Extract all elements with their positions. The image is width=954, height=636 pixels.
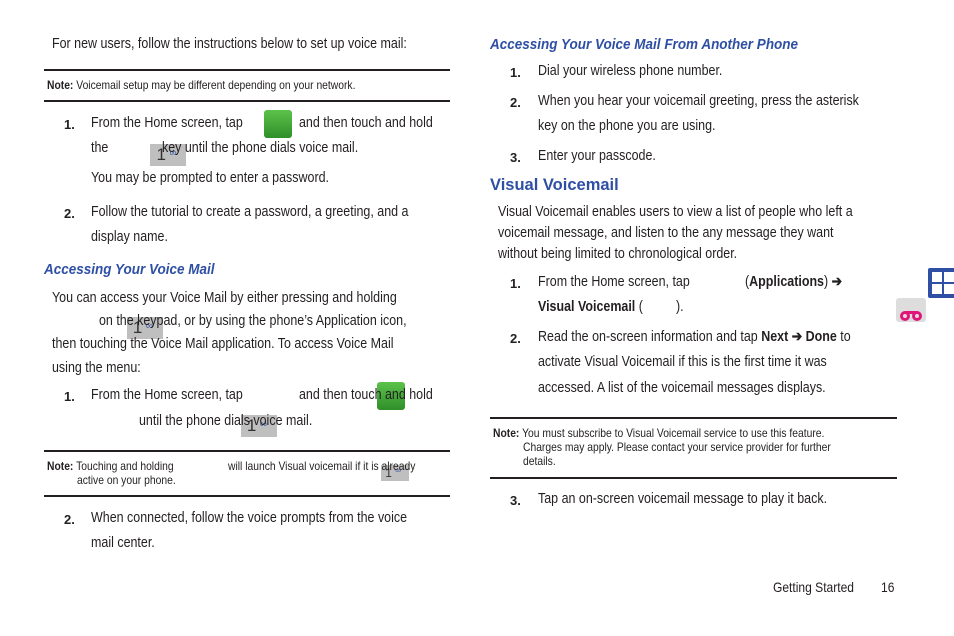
setup-step-1-sub: You may be prompted to enter a password.	[91, 170, 330, 186]
vv-step-2-line1: Read the on-screen information and tap N…	[538, 329, 851, 345]
vv-step-1-apps: (Applications) ➔	[745, 274, 843, 290]
section-heading: Accessing Your Voice Mail From Another P…	[490, 36, 799, 53]
remote-step-1: Dial your wireless phone number.	[538, 63, 723, 79]
para-line: You can access your Voice Mail by either…	[52, 290, 397, 306]
note-subscribe: Note: You must subscribe to Visual Voice…	[493, 426, 825, 440]
setup-step-2-line2: display name.	[91, 229, 168, 245]
note-text: Charges may apply. Please contact your s…	[523, 440, 831, 454]
vv-step-3: Tap an on-screen voicemail message to pl…	[538, 491, 828, 507]
note-touch-hold: Note: Touching and holding	[47, 459, 174, 473]
remote-step-2-line1: When you hear your voicemail greeting, p…	[538, 93, 859, 109]
setup-step-1-line2-after: key until the phone dials voice mail.	[162, 140, 359, 156]
step-number: 3.	[510, 493, 521, 508]
remote-step-3: Enter your passcode.	[538, 148, 656, 164]
vv-step-1-close: ).	[676, 299, 684, 315]
para-line: on the keypad, or by using the phone’s A…	[99, 313, 407, 329]
step-number: 2.	[64, 206, 75, 221]
note-text: Voicemail setup may be different dependi…	[76, 78, 356, 92]
access-step-1-line2: until the phone dials voice mail.	[139, 413, 313, 429]
setup-step-2-line1: Follow the tutorial to create a password…	[91, 204, 409, 220]
access-step-2-line1: When connected, follow the voice prompts…	[91, 510, 408, 526]
setup-step-1-line1: From the Home screen, tap	[91, 115, 243, 131]
step-number: 3.	[510, 150, 521, 165]
applications-icon	[927, 268, 954, 298]
step-number: 1.	[510, 65, 521, 80]
section-heading: Accessing Your Voice Mail	[44, 261, 215, 278]
vv-step-1-line1: From the Home screen, tap	[538, 274, 690, 290]
vv-step-2-line2: activate Visual Voicemail if this is the…	[538, 354, 827, 370]
phone-icon	[264, 110, 292, 138]
step-number: 2.	[510, 95, 521, 110]
access-step-1-after: and then touch and hold	[299, 387, 433, 403]
footer-section: Getting Started	[773, 579, 854, 595]
step-number: 2.	[64, 512, 75, 527]
divider	[44, 495, 450, 497]
step-number: 2.	[510, 331, 521, 346]
page-number: 16	[881, 579, 895, 595]
note-label: Note:	[47, 78, 74, 92]
step-number: 1.	[510, 276, 521, 291]
para-line: voicemail message, and listen to the any…	[498, 225, 834, 241]
para-line: Visual Voicemail enables users to view a…	[498, 204, 853, 220]
access-step-2-line2: mail center.	[91, 535, 155, 551]
visual-voicemail-heading: Visual Voicemail	[490, 176, 619, 194]
divider	[490, 417, 897, 419]
remote-step-2-line2: key on the phone you are using.	[538, 118, 716, 134]
divider	[44, 69, 450, 71]
vv-step-2-line3: accessed. A list of the voicemail messag…	[538, 380, 826, 396]
note-network: Note: Voicemail setup may be different d…	[47, 78, 355, 92]
vv-step-1-line2: Visual Voicemail (	[538, 299, 643, 315]
visual-voicemail-icon	[896, 298, 927, 322]
para-line: then touching the Voice Mail application…	[52, 336, 394, 352]
step-number: 1.	[64, 117, 75, 132]
para-line: without being limited to chronological o…	[498, 246, 738, 262]
setup-step-1-after: and then touch and hold	[299, 115, 433, 131]
intro-text: For new users, follow the instructions b…	[52, 36, 407, 52]
setup-step-1-line2: the	[91, 140, 109, 156]
divider	[44, 450, 450, 452]
step-number: 1.	[64, 389, 75, 404]
divider	[490, 477, 897, 479]
note-text: details.	[523, 454, 556, 468]
note-text: active on your phone.	[77, 473, 176, 487]
note-text: will launch Visual voicemail if it is al…	[228, 459, 416, 473]
divider	[44, 100, 450, 102]
para-line: using the menu:	[52, 360, 141, 376]
access-step-1-line1: From the Home screen, tap	[91, 387, 243, 403]
